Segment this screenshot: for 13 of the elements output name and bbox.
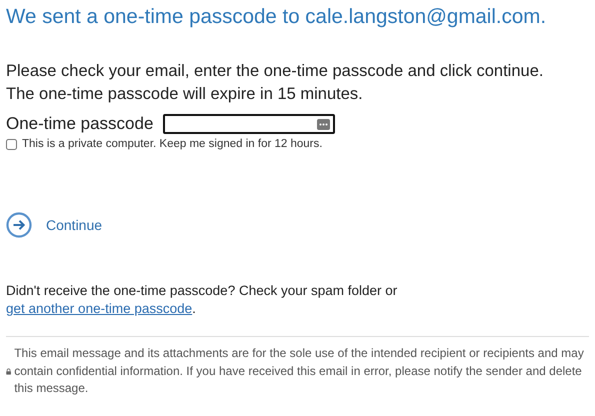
- keep-signed-in-checkbox[interactable]: [6, 138, 17, 150]
- field-label: One-time passcode: [6, 114, 154, 134]
- instruction-text: The one-time passcode will expire in 15 minutes.: [6, 84, 364, 105]
- checkbox-label: This is a private computer. Keep me signed in for 12 hours.: [22, 138, 322, 150]
- continue-button[interactable]: Continue: [6, 212, 102, 238]
- instruction-text: Please check your email, enter the one-time passcode and click continue.: [6, 61, 544, 82]
- passcode-field[interactable]: [163, 114, 336, 134]
- password-manager-icon[interactable]: [317, 118, 330, 130]
- confidentiality-notice: This email message and its attachments are for the sole use of the intended recipient or recipients and may contain confidential information. If you have received this email in error, please notify the sender and delete this message.: [14, 345, 585, 397]
- resend-text: Didn't receive the one-time passcode? Check your spam folder or get another one-time passcode.: [6, 282, 398, 318]
- arrow-circle-icon: [6, 212, 32, 238]
- page-heading: We sent a one-time passcode to cale.langston@gmail.com.: [6, 4, 548, 30]
- get-another-passcode-link[interactable]: get another one-time passcode: [6, 301, 192, 316]
